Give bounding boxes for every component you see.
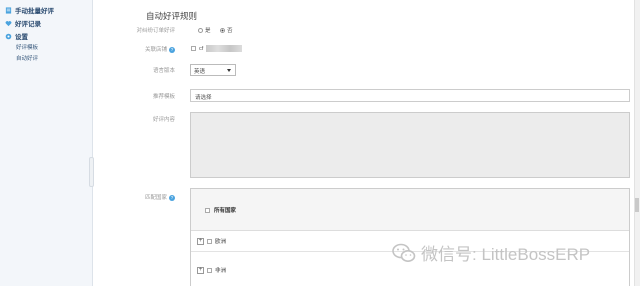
wechat-icon	[392, 243, 416, 262]
store-label-text: 关联店铺	[144, 47, 167, 53]
document-icon	[5, 6, 12, 14]
radio-yes-circle[interactable]	[198, 27, 203, 33]
help-icon[interactable]: ?	[169, 47, 175, 53]
watermark: 微信号: LittleBossERP	[392, 240, 590, 265]
sidebar-item-label: 手动批量好评	[15, 8, 54, 15]
page-title: 自动好评规则	[146, 11, 198, 21]
store-option[interactable]: cf	[191, 45, 243, 52]
store-name: cf	[199, 45, 204, 52]
redacted-store-name	[206, 45, 243, 52]
expand-icon[interactable]: +	[197, 237, 204, 245]
region-africa[interactable]: + 非洲	[197, 266, 226, 274]
country-label: 匹配国家?	[145, 193, 175, 201]
store-checkbox[interactable]	[191, 46, 196, 51]
sidebar-item-settings[interactable]: 设置	[5, 31, 28, 41]
sidebar-subitem-review-template[interactable]: 好评模板	[16, 43, 38, 51]
region-label: 非洲	[215, 268, 227, 274]
expand-icon[interactable]: +	[197, 266, 204, 274]
sidebar-item-review-records[interactable]: 好评记录	[5, 18, 41, 28]
language-label: 语言版本	[152, 68, 175, 74]
sidebar-subitem-auto-review[interactable]: 自动好评	[16, 54, 38, 62]
watermark-text: 微信号: LittleBossERP	[421, 245, 591, 264]
template-select[interactable]: 请选择	[190, 89, 630, 102]
scrollbar-thumb[interactable]	[635, 198, 639, 212]
region-checkbox[interactable]	[207, 238, 212, 244]
all-countries-label: 所有国家	[214, 208, 237, 214]
radio-no-label: 否	[227, 28, 233, 34]
scrollbar[interactable]	[634, 0, 640, 286]
chevron-down-icon	[227, 69, 231, 72]
all-countries-checkbox[interactable]	[205, 207, 210, 213]
content-label: 好评内容	[152, 117, 175, 123]
region-label: 欧洲	[215, 239, 227, 245]
heart-icon	[5, 20, 12, 26]
radio-yes[interactable]: 是	[198, 26, 211, 34]
region-checkbox[interactable]	[207, 267, 212, 273]
language-select[interactable]: 英语	[190, 64, 236, 76]
store-label: 关联店铺?	[145, 45, 175, 53]
gear-icon	[5, 33, 12, 39]
radio-no-circle[interactable]	[220, 27, 225, 33]
order-reviewed-label: 对纠纷订单好评	[136, 28, 175, 34]
sidebar: 手动批量好评 好评记录 设置 好评模板 自动好评	[0, 0, 93, 286]
template-label: 推荐模板	[152, 94, 175, 100]
sidebar-item-label: 设置	[15, 34, 28, 41]
sidebar-item-manual-review[interactable]: 手动批量好评	[5, 5, 54, 15]
language-select-value: 英语	[194, 69, 206, 75]
review-content-textarea[interactable]	[190, 112, 630, 178]
radio-yes-label: 是	[205, 28, 211, 34]
sidebar-item-label: 好评记录	[15, 21, 41, 28]
help-icon[interactable]: ?	[169, 195, 175, 201]
all-countries-row: 所有国家	[191, 189, 629, 231]
country-selector: 所有国家 + 欧洲 + 非洲	[190, 188, 630, 286]
country-label-text: 匹配国家	[144, 195, 167, 201]
region-europe[interactable]: + 欧洲	[197, 237, 226, 245]
radio-no[interactable]: 否	[220, 26, 233, 34]
